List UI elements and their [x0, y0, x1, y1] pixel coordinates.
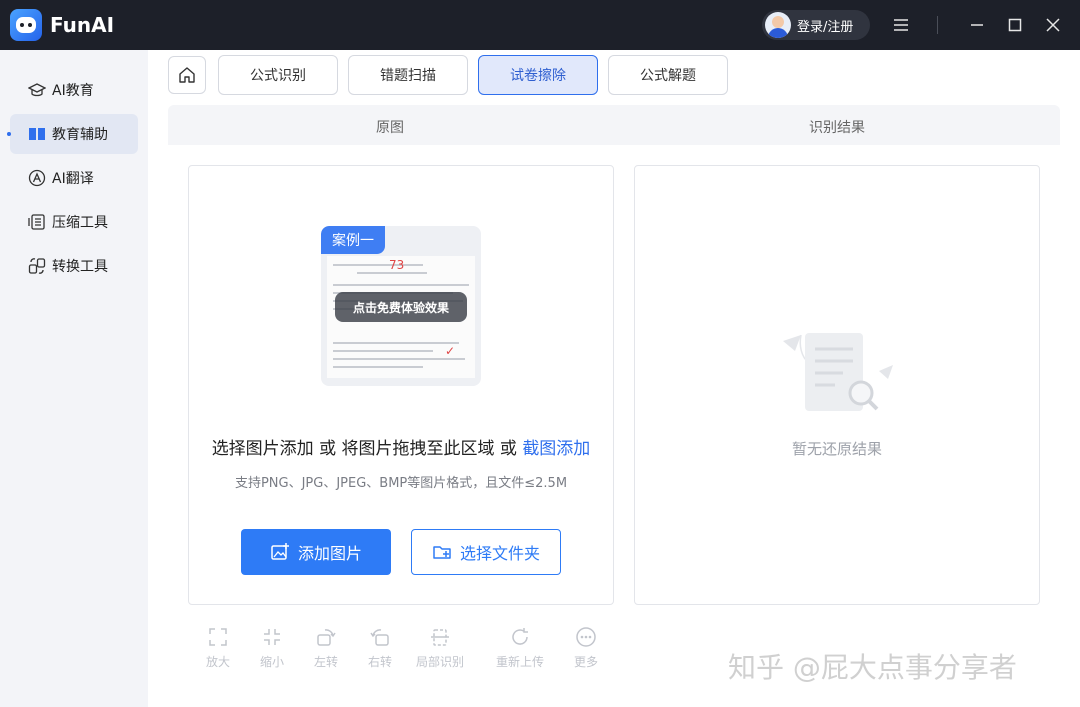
result-label: 识别结果 — [809, 120, 865, 136]
zoom-out-button[interactable]: 缩小 — [242, 625, 302, 670]
tab-paper-erase[interactable]: 试卷擦除 — [478, 55, 598, 95]
upload-panel[interactable]: 73 ✓ 案例一 点击免费体验效果 选择图片添加 或 将图片拖拽至此区域 或 截… — [188, 165, 614, 605]
zoom-out-icon — [260, 625, 284, 649]
reupload-icon — [508, 625, 532, 649]
sidebar-item-ai-translate[interactable]: AI翻译 — [10, 158, 138, 198]
titlebar-divider — [937, 16, 938, 34]
home-icon — [179, 67, 195, 83]
zoom-in-label: 放大 — [205, 655, 230, 669]
active-indicator — [7, 132, 11, 136]
compress-icon — [28, 213, 46, 231]
empty-document-icon — [783, 333, 893, 411]
main-area: 公式识别 错题扫描 试卷擦除 公式解题 原图 识别结果 73 ✓ 案例一 点击免… — [148, 50, 1080, 707]
home-button[interactable] — [168, 56, 206, 94]
reupload-label: 重新上传 — [495, 655, 544, 669]
crop-icon — [428, 625, 452, 649]
zoom-in-icon — [206, 625, 230, 649]
zoom-out-label: 缩小 — [259, 655, 284, 669]
select-folder-button[interactable]: 选择文件夹 — [411, 529, 561, 575]
more-button[interactable]: 更多 — [556, 625, 616, 670]
upload-instructions: 选择图片添加 或 将图片拖拽至此区域 或 截图添加 — [189, 434, 613, 459]
rotate-right-icon — [368, 625, 392, 649]
tab-error-scan[interactable]: 错题扫描 — [348, 55, 468, 95]
graduation-cap-icon — [28, 81, 46, 99]
sidebar-item-label: 压缩工具 — [52, 215, 108, 231]
sidebar-item-label: 教育辅助 — [52, 127, 108, 143]
sidebar-item-label: 转换工具 — [52, 259, 108, 275]
more-label: 更多 — [573, 655, 598, 669]
tab-formula-recognition[interactable]: 公式识别 — [218, 55, 338, 95]
example-tag: 案例一 — [321, 226, 385, 254]
translate-icon — [28, 169, 46, 187]
sidebar: AI教育 教育辅助 AI翻译 压缩工具 转换工具 — [0, 50, 148, 707]
add-image-button[interactable]: 添加图片 — [241, 529, 391, 575]
rotate-left-button[interactable]: 左转 — [296, 625, 356, 670]
example-score: 73 — [389, 258, 405, 272]
book-icon — [28, 125, 46, 143]
original-label: 原图 — [376, 120, 404, 136]
app-name: FunAI — [50, 13, 115, 37]
folder-add-icon — [433, 546, 451, 559]
login-label: 登录/注册 — [797, 19, 854, 35]
rotate-left-icon — [314, 625, 338, 649]
select-folder-label: 选择文件夹 — [459, 544, 540, 563]
title-bar: FunAI 登录/注册 — [0, 0, 1080, 50]
partial-recognition-button[interactable]: 局部识别 — [410, 625, 470, 670]
sidebar-item-label: AI翻译 — [52, 171, 94, 187]
login-button[interactable]: 登录/注册 — [762, 10, 870, 40]
minimize-icon[interactable] — [962, 10, 992, 40]
sidebar-item-education-assist[interactable]: 教育辅助 — [7, 114, 138, 154]
add-image-label: 添加图片 — [297, 544, 362, 563]
panel-header: 原图 识别结果 — [168, 105, 1060, 145]
zoom-in-button[interactable]: 放大 — [188, 625, 248, 670]
partial-recognition-label: 局部识别 — [415, 655, 464, 669]
more-icon — [574, 625, 598, 649]
add-image-icon — [271, 543, 289, 560]
avatar — [765, 12, 791, 38]
rotate-right-label: 右转 — [367, 655, 392, 669]
sidebar-item-convert[interactable]: 转换工具 — [10, 246, 138, 286]
maximize-icon[interactable] — [1000, 10, 1030, 40]
check-mark-icon: ✓ — [445, 344, 456, 358]
screenshot-add-link[interactable]: 截图添加 — [522, 439, 590, 459]
try-example-button[interactable]: 点击免费体验效果 — [335, 292, 467, 322]
rotate-right-button[interactable]: 右转 — [350, 625, 410, 670]
sidebar-item-ai-education[interactable]: AI教育 — [10, 70, 138, 110]
sidebar-item-compress[interactable]: 压缩工具 — [10, 202, 138, 242]
rotate-left-label: 左转 — [313, 655, 338, 669]
close-icon[interactable] — [1038, 10, 1068, 40]
result-panel: 暂无还原结果 — [634, 165, 1040, 605]
sidebar-item-label: AI教育 — [52, 83, 94, 99]
convert-icon — [28, 257, 46, 275]
tab-formula-solve[interactable]: 公式解题 — [608, 55, 728, 95]
example-thumbnail[interactable]: 73 ✓ 案例一 点击免费体验效果 — [321, 226, 481, 386]
watermark-text: 知乎 @屁大点事分享者 — [728, 651, 1017, 684]
menu-icon[interactable] — [886, 10, 916, 40]
empty-result-text: 暂无还原结果 — [791, 440, 882, 458]
supported-formats-text: 支持PNG、JPG、JPEG、BMP等图片格式，且文件≤2.5M — [234, 476, 568, 491]
app-logo-icon — [10, 9, 42, 41]
upload-prompt-text: 选择图片添加 或 将图片拖拽至此区域 或 — [211, 439, 523, 459]
reupload-button[interactable]: 重新上传 — [490, 625, 550, 670]
